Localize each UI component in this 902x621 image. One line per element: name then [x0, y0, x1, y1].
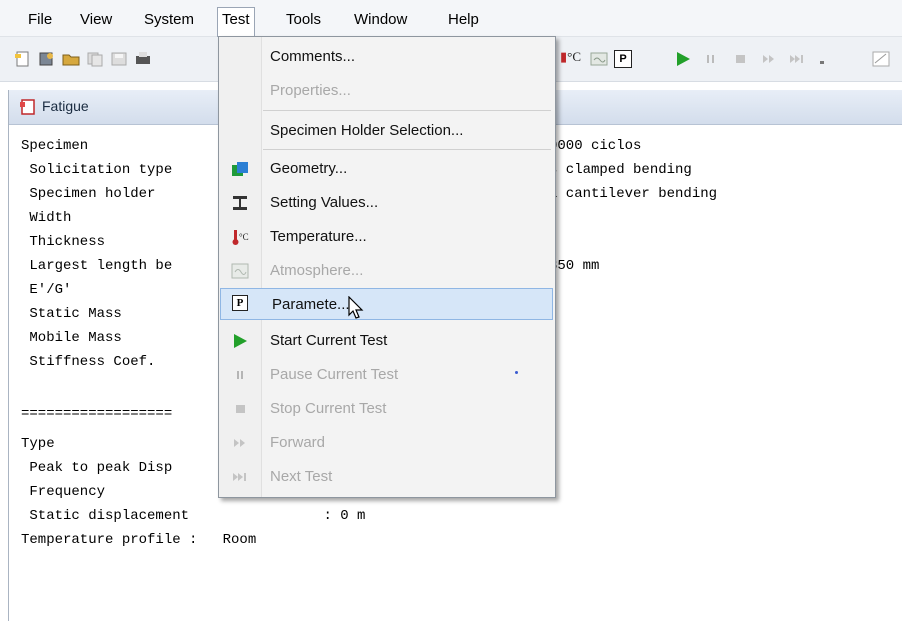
doc-line-frequency: Frequency	[21, 484, 106, 500]
menu-view[interactable]: View	[76, 8, 116, 32]
menu-item-stop-test[interactable]: Stop Current Test	[219, 393, 555, 425]
menu-item-atmosphere[interactable]: Atmosphere...	[219, 255, 555, 287]
temperature-toolbar-label: °C	[567, 49, 582, 64]
doc-line-type: Type	[21, 436, 55, 452]
menu-item-geometry[interactable]: Geometry...	[219, 153, 555, 185]
doc-line-specimen: Specimen	[21, 138, 89, 154]
menu-item-start-test[interactable]: Start Current Test	[219, 325, 555, 357]
doc-line-stiffness: Stiffness Coef.	[21, 354, 156, 370]
menu-item-next-test[interactable]: Next Test	[219, 461, 555, 493]
menu-item-comments[interactable]: Comments...	[219, 41, 555, 73]
play-icon	[234, 334, 247, 348]
menu-item-stop-test-label: Stop Current Test	[270, 400, 387, 417]
stop-icon	[236, 405, 245, 413]
stop-toolbar-icon[interactable]	[732, 51, 750, 67]
thermometer-icon: °C	[232, 230, 249, 245]
menu-item-comments-label: Comments...	[270, 48, 356, 65]
document-icon	[20, 99, 35, 115]
open-folder-icon[interactable]	[62, 51, 80, 67]
menu-item-temperature-label: Temperature...	[270, 228, 367, 245]
menu-test[interactable]: Test	[217, 7, 255, 37]
menu-item-atmosphere-label: Atmosphere...	[270, 262, 364, 279]
menu-item-forward-label: Forward	[270, 434, 326, 451]
doc-value-solicitation: s clamped bending	[549, 162, 692, 178]
svg-text:°C: °C	[239, 232, 249, 242]
save-disabled-icon[interactable]	[110, 51, 128, 67]
menu-item-setting-values[interactable]: Setting Values...	[219, 187, 555, 219]
marker-dot	[515, 371, 518, 374]
menu-bar: File View System Test Tools Window Help	[0, 0, 902, 37]
temperature-toolbar-icon[interactable]: ▮°C	[560, 49, 584, 65]
menu-item-specimen-holder-label: Specimen Holder Selection...	[270, 122, 464, 139]
menu-item-parameters[interactable]: P Paramete...	[220, 288, 553, 320]
doc-line-holder: Specimen holder	[21, 186, 156, 202]
doc-value-cycles: 0000 ciclos	[549, 138, 642, 154]
doc-line-static-mass: Static Mass	[21, 306, 122, 322]
menu-item-properties-label: Properties...	[270, 82, 351, 99]
menu-window[interactable]: Window	[350, 8, 411, 32]
print-icon[interactable]	[134, 51, 152, 67]
doc-line-mobile-mass: Mobile Mass	[21, 330, 122, 346]
setting-values-icon	[233, 196, 247, 210]
forward-toolbar-icon[interactable]	[760, 51, 778, 67]
doc-value-length: 350 mm	[549, 258, 600, 274]
parameters-icon: P	[232, 295, 248, 311]
menu-item-temperature[interactable]: °C Temperature...	[219, 221, 555, 253]
menu-item-pause-test-label: Pause Current Test	[270, 366, 399, 383]
next-icon	[233, 473, 246, 481]
doc-line-width: Width	[21, 210, 72, 226]
toolbar-overflow-icon[interactable]	[818, 51, 826, 67]
new-file-icon[interactable]	[14, 51, 32, 67]
start-test-toolbar-icon[interactable]	[674, 51, 692, 67]
doc-separator: ==================	[21, 406, 173, 422]
menu-system[interactable]: System	[140, 8, 198, 32]
menu-help[interactable]: Help	[444, 8, 483, 32]
doc-line-solicitation: Solicitation type	[21, 162, 173, 178]
forward-icon	[234, 439, 245, 447]
menu-separator	[263, 110, 551, 111]
menu-item-forward[interactable]: Forward	[219, 427, 555, 459]
doc-line-temperature-profile: Temperature profile : Room	[21, 532, 257, 548]
atmosphere-icon	[231, 263, 249, 279]
doc-line-peak-disp: Peak to peak Disp	[21, 460, 173, 476]
doc-line-static-disp: Static displacement : 0 m	[21, 508, 366, 524]
parameters-toolbar-label: P	[619, 53, 627, 65]
next-test-toolbar-icon[interactable]	[788, 51, 806, 67]
copy-disabled-icon[interactable]	[86, 51, 104, 67]
menu-item-start-test-label: Start Current Test	[270, 332, 388, 349]
menu-item-geometry-label: Geometry...	[270, 160, 348, 177]
menu-item-next-test-label: Next Test	[270, 468, 333, 485]
document-title: Fatigue	[42, 98, 89, 114]
menu-item-parameters-label: Paramete...	[272, 296, 350, 313]
pause-toolbar-icon[interactable]	[702, 51, 720, 67]
menu-item-pause-test[interactable]: Pause Current Test	[219, 359, 555, 391]
geometry-icon	[232, 162, 248, 176]
parameters-toolbar-icon[interactable]: P	[614, 50, 632, 68]
doc-line-thickness: Thickness	[21, 234, 106, 250]
mouse-cursor-icon	[348, 296, 364, 319]
doc-line-length: Largest length be	[21, 258, 173, 274]
pause-icon	[237, 371, 243, 379]
doc-value-holder: l cantilever bending	[549, 186, 718, 202]
doc-line-modulus: E'/G'	[21, 282, 72, 298]
menu-file[interactable]: File	[24, 8, 56, 32]
chart-toolbar-icon[interactable]	[872, 51, 890, 67]
menu-item-setting-values-label: Setting Values...	[270, 194, 379, 211]
menu-item-properties[interactable]: Properties...	[219, 75, 555, 107]
atmosphere-toolbar-icon[interactable]	[590, 51, 608, 67]
menu-separator	[263, 149, 551, 150]
test-menu-dropdown: Comments... Properties... Specimen Holde…	[218, 36, 556, 498]
menu-tools[interactable]: Tools	[282, 8, 325, 32]
open-template-icon[interactable]	[38, 51, 56, 67]
menu-item-specimen-holder[interactable]: Specimen Holder Selection...	[219, 115, 555, 147]
